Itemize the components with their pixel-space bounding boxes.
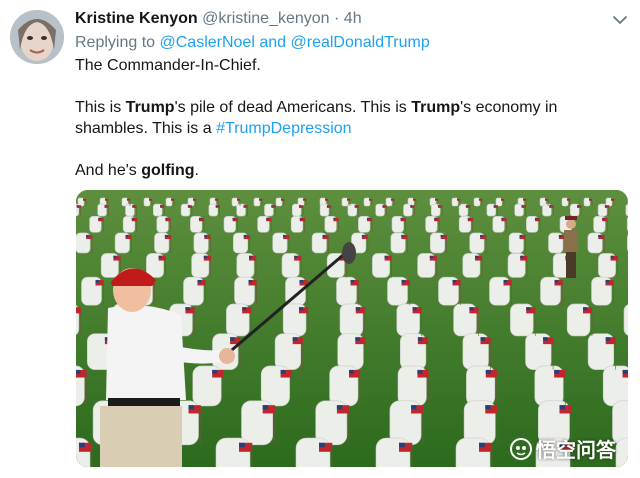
tweet-line: The Commander-In-Chief. bbox=[75, 57, 261, 74]
tweet-text: And he's bbox=[75, 162, 142, 179]
reply-user-link[interactable]: @realDonaldTrump bbox=[291, 34, 430, 51]
reply-context: Replying to @CaslerNoel and @realDonaldT… bbox=[75, 33, 430, 53]
watermark: 悟空问答 bbox=[510, 434, 616, 463]
tweet-bold-text: Trump bbox=[411, 99, 461, 116]
tweet-header: Kristine Kenyon @kristine_kenyon · 4h bbox=[75, 9, 600, 29]
chevron-down-icon[interactable] bbox=[612, 12, 628, 28]
avatar[interactable] bbox=[10, 10, 64, 64]
tweet-paragraph: And he's golfing. bbox=[75, 160, 620, 181]
watermark-text: 悟空问答 bbox=[536, 440, 616, 462]
tweet-media[interactable]: 悟空问答 bbox=[76, 190, 628, 467]
avatar-image bbox=[10, 10, 64, 64]
header-separator: · bbox=[334, 10, 340, 27]
author-handle[interactable]: @kristine_kenyon bbox=[202, 10, 329, 27]
hashtag-link[interactable]: #TrumpDepression bbox=[216, 120, 351, 137]
wukong-logo-icon bbox=[510, 437, 532, 460]
reply-user-link[interactable]: @CaslerNoel bbox=[160, 34, 255, 51]
tweet-paragraph: This is Trump's pile of dead Americans. … bbox=[75, 97, 620, 139]
tweet-bold-text: golfing bbox=[141, 162, 195, 179]
reply-prefix: Replying to bbox=[75, 34, 156, 51]
tweet-text: 's pile of dead Americans. This is bbox=[174, 99, 412, 116]
cemetery-golf-photo bbox=[76, 190, 628, 467]
tweet-time[interactable]: 4h bbox=[344, 10, 362, 27]
tweet-text: . bbox=[194, 162, 199, 179]
reply-and[interactable]: and bbox=[259, 34, 286, 51]
tweet-text: This is bbox=[75, 99, 126, 116]
author-name[interactable]: Kristine Kenyon bbox=[75, 10, 198, 27]
tweet-body: The Commander-In-Chief. This is Trump's … bbox=[75, 55, 620, 181]
tweet-bold-text: Trump bbox=[125, 99, 175, 116]
